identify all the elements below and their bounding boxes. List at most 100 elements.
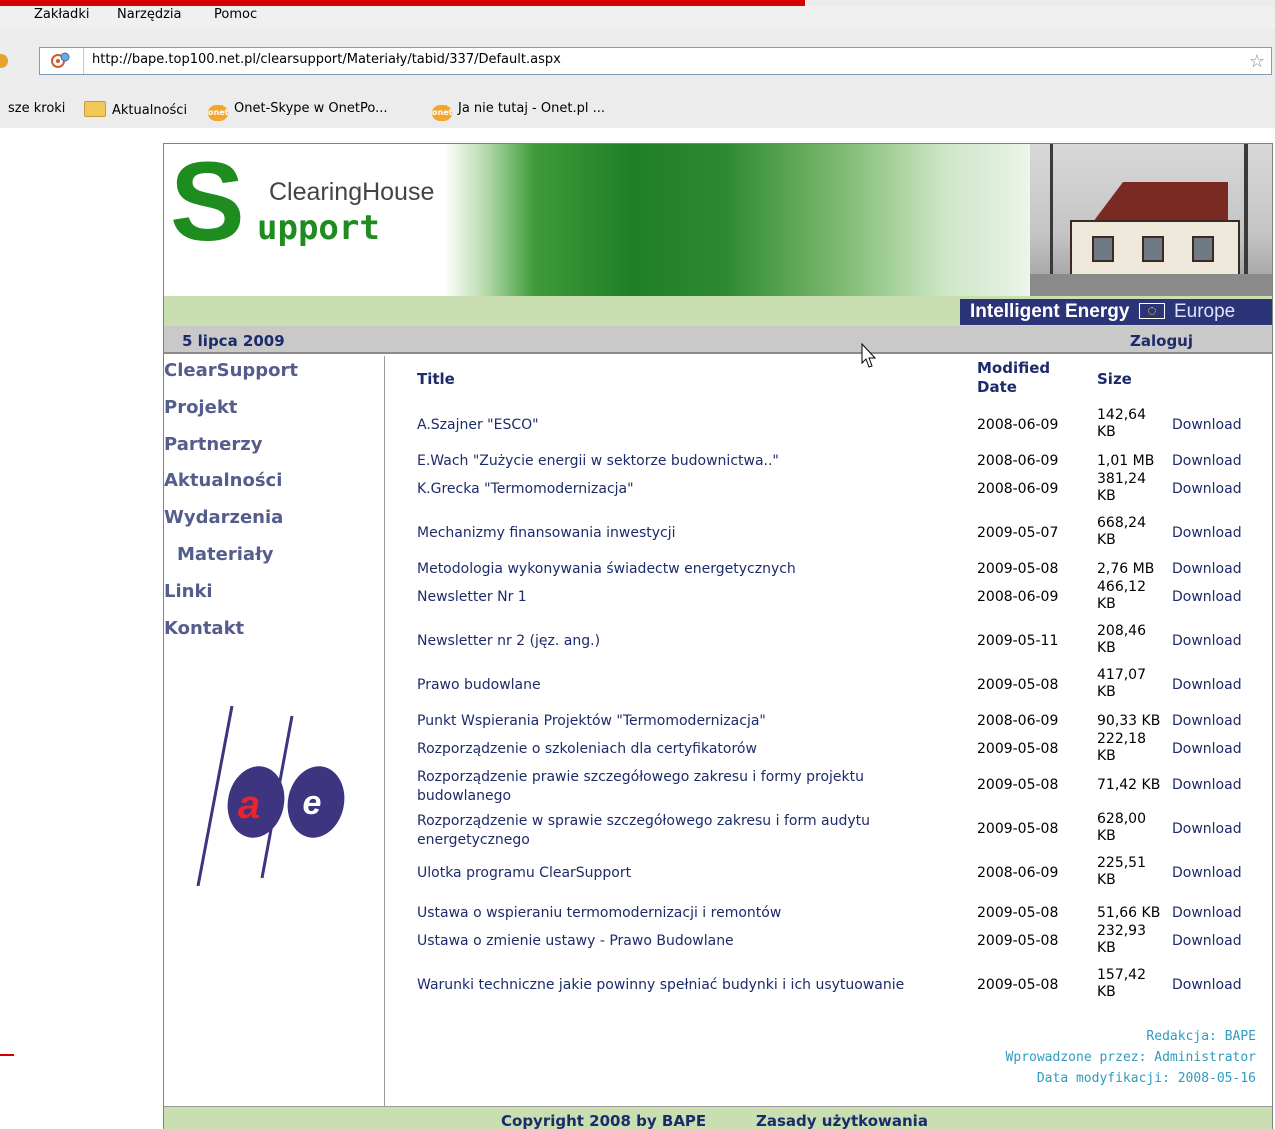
document-modified-date: 2008-06-09 [977,713,1059,729]
column-header-modified-date[interactable]: Modified Date [977,359,1067,397]
bookmark-label: Ja nie tutaj - Onet.pl ... [458,101,605,116]
menu-help[interactable]: Pomoc [214,7,257,22]
logo-upport-text: upport [257,208,380,248]
document-title-link[interactable]: Rozporządzenie prawie szczegółowego zakr… [417,768,962,806]
document-size: 71,42 KB [1097,777,1161,793]
nav-item-aktualnosci[interactable]: Aktualności [164,470,282,491]
modified-date-info: Data modyfikacji: 2008-05-16 [1036,1071,1256,1086]
document-title-link[interactable]: Prawo budowlane [417,676,962,695]
document-title-link[interactable]: K.Grecka "Termomodernizacja" [417,480,962,499]
address-bar[interactable]: http://bape.top100.net.pl/clearsupport/M… [39,47,1272,75]
editor-info: Redakcja: BAPE [1146,1029,1256,1044]
document-size: 51,66 KB [1097,905,1161,921]
document-title-link[interactable]: Warunki techniczne jakie powinny spełnia… [417,976,962,995]
document-size: 2,76 MB [1097,561,1155,577]
document-title-link[interactable]: A.Szajner "ESCO" [417,416,962,435]
energy-logo-europe: Europe [1173,301,1236,322]
download-link[interactable]: Download [1172,976,1242,995]
document-title-link[interactable]: Ustawa o wspieraniu termomodernizacji i … [417,904,962,923]
download-link[interactable]: Download [1172,740,1242,759]
bookmark-first-steps[interactable]: sze kroki [8,101,65,116]
document-title-link[interactable]: Newsletter nr 2 (jęz. ang.) [417,632,962,651]
download-link[interactable]: Download [1172,480,1242,499]
terms-link[interactable]: Zasady użytkowania [756,1112,928,1129]
download-link[interactable]: Download [1172,416,1242,435]
document-size: 157,42 KB [1097,967,1146,1000]
document-title-link[interactable]: Rozporządzenie w sprawie szczegółowego z… [417,812,962,850]
download-link[interactable]: Download [1172,588,1242,607]
bookmark-label: Aktualności [112,103,188,118]
bookmark-onet-pl[interactable]: onet Ja nie tutaj - Onet.pl ... [432,101,605,121]
nav-item-wydarzenia[interactable]: Wydarzenia [164,507,283,528]
left-navigation: ClearSupport Projekt Partnerzy Aktualnoś… [164,356,385,1106]
nav-item-kontakt[interactable]: Kontakt [164,618,244,639]
document-title-link[interactable]: Newsletter Nr 1 [417,588,962,607]
home-icon[interactable] [0,54,8,68]
bookmark-star-icon[interactable]: ☆ [1249,51,1265,72]
download-link[interactable]: Download [1172,676,1242,695]
document-size: 417,07 KB [1097,667,1146,700]
energy-logo-text: Intelligent Energy [970,301,1130,322]
document-title-link[interactable]: Punkt Wspierania Projektów "Termomoderni… [417,712,962,731]
bookmark-news-folder[interactable]: Aktualności [84,101,187,118]
document-title-link[interactable]: Metodologia wykonywania świadectw energe… [417,560,962,579]
download-link[interactable]: Download [1172,820,1242,839]
document-title-link[interactable]: Ulotka programu ClearSupport [417,864,962,883]
column-header-size[interactable]: Size [1097,370,1132,389]
download-link[interactable]: Download [1172,524,1242,543]
login-link[interactable]: Zaloguj [1130,332,1193,350]
document-modified-date: 2009-05-08 [977,933,1059,949]
nav-item-partnerzy[interactable]: Partnerzy [164,434,262,455]
browser-chrome: Zakładki Narzędzia Pomoc http://bape.top… [0,0,1275,128]
bape-logo: a e [196,706,345,886]
bookmarks-bar: sze kroki Aktualności onet Onet-Skype w O… [0,94,1275,124]
document-size: 668,24 KB [1097,515,1146,548]
energy-bar: Intelligent Energy Europe [164,296,1272,326]
onet-icon: onet [208,105,228,121]
document-title-link[interactable]: E.Wach "Zużycie energii w sektorze budow… [417,452,962,471]
page-info: Redakcja: BAPE Wprowadzone przez: Admini… [1006,1026,1256,1089]
current-date: 5 lipca 2009 [182,332,285,350]
download-link[interactable]: Download [1172,560,1242,579]
nav-item-linki[interactable]: Linki [164,581,213,602]
download-link[interactable]: Download [1172,864,1242,883]
download-link[interactable]: Download [1172,712,1242,731]
nav-item-materialy[interactable]: Materiały [177,544,273,565]
onet-icon: onet [432,105,452,121]
mouse-cursor-icon [861,343,877,368]
navigation-toolbar: http://bape.top100.net.pl/clearsupport/M… [0,40,1275,82]
bookmark-onet-skype[interactable]: onet Onet-Skype w OnetPo... [208,101,387,121]
download-link[interactable]: Download [1172,904,1242,923]
nav-item-clearsupport[interactable]: ClearSupport [164,360,298,381]
document-title-link[interactable]: Ustawa o zmienie ustawy - Prawo Budowlan… [417,932,962,951]
bookmark-label: Onet-Skype w OnetPo... [234,101,388,116]
documents-table: Title Modified Date Size A.Szajner "ESCO… [386,356,1272,1106]
download-link[interactable]: Download [1172,632,1242,651]
document-size: 90,33 KB [1097,713,1161,729]
decorative-red-mark [0,1054,14,1056]
column-header-title[interactable]: Title [417,370,455,389]
eu-flag-icon [1138,303,1165,319]
document-modified-date: 2008-06-09 [977,417,1059,433]
nav-item-projekt[interactable]: Projekt [164,397,237,418]
menu-bar: Zakładki Narzędzia Pomoc [0,6,1275,28]
entered-by-info: Wprowadzone przez: Administrator [1005,1050,1256,1065]
download-link[interactable]: Download [1172,932,1242,951]
download-link[interactable]: Download [1172,452,1242,471]
bookmark-label: sze kroki [8,101,66,116]
document-size: 225,51 KB [1097,855,1146,888]
download-link[interactable]: Download [1172,776,1242,795]
site-identity-button[interactable] [40,48,84,74]
document-size: 222,18 KB [1097,731,1146,764]
menu-bookmarks[interactable]: Zakładki [34,7,89,22]
document-size: 466,12 KB [1097,579,1146,612]
bape-letter-e: e [303,784,322,822]
document-title-link[interactable]: Rozporządzenie o szkoleniach dla certyfi… [417,740,962,759]
menu-tools[interactable]: Narzędzia [117,7,182,22]
document-modified-date: 2009-05-08 [977,821,1059,837]
intelligent-energy-europe-logo: Intelligent Energy Europe [960,299,1272,325]
document-title-link[interactable]: Mechanizmy finansowania inwestycji [417,524,962,543]
bape-letter-a: a [238,783,260,827]
date-bar: 5 lipca 2009 Zaloguj [164,326,1272,354]
document-modified-date: 2009-05-08 [977,777,1059,793]
